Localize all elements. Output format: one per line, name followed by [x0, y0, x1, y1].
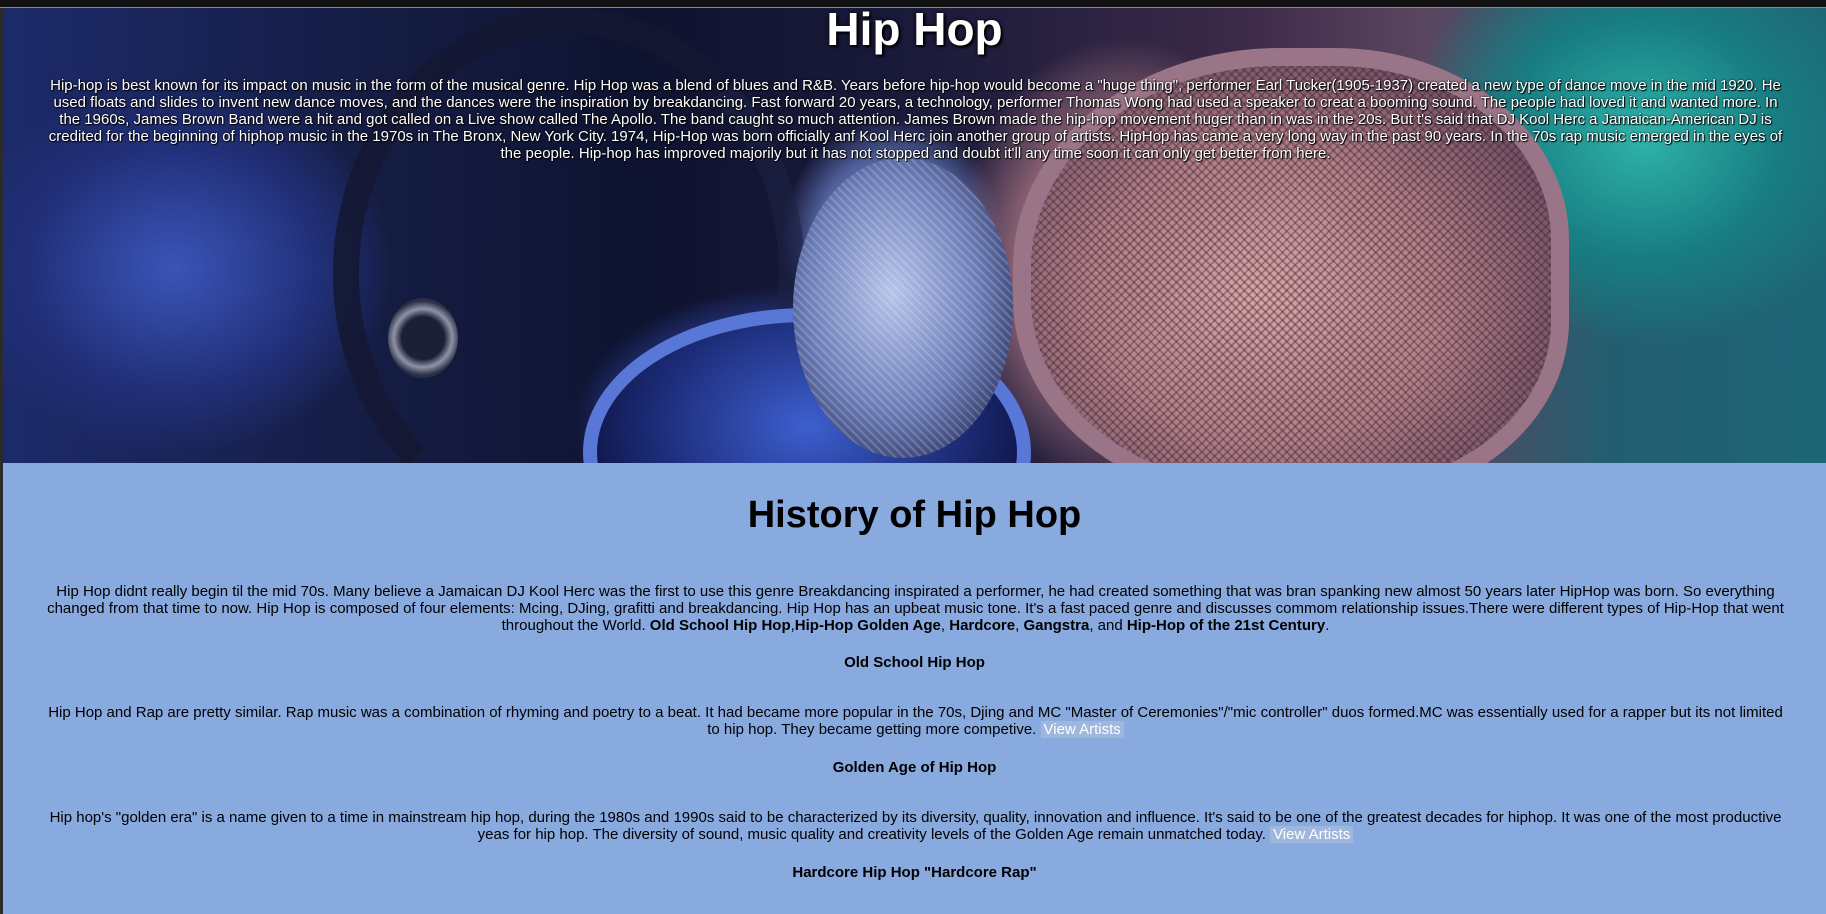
old-school-text: Hip Hop and Rap are pretty similar. Rap …	[48, 704, 1783, 738]
golden-age-paragraph: Hip hop's "golden era" is a name given t…	[45, 809, 1786, 843]
golden-age-view-artists-link[interactable]: View Artists	[1270, 826, 1354, 843]
era-gangstra: Gangstra	[1023, 617, 1090, 634]
era-hardcore: Hardcore	[949, 617, 1016, 634]
separator-and: , and	[1089, 617, 1127, 634]
old-school-heading: Old School Hip Hop	[844, 654, 985, 671]
history-section: History of Hip Hop Hip Hop didnt really …	[3, 463, 1826, 914]
top-browser-strip	[0, 0, 1826, 8]
old-school-view-artists-link[interactable]: View Artists	[1040, 721, 1124, 738]
history-heading: History of Hip Hop	[747, 494, 1082, 536]
hero-banner: Hip Hop Hip-hop is best known for its im…	[3, 8, 1826, 463]
history-intro-paragraph: Hip Hop didnt really begin til the mid 7…	[45, 583, 1786, 634]
golden-age-heading: Golden Age of Hip Hop	[832, 759, 997, 776]
era-old-school: Old School Hip Hop	[649, 617, 791, 634]
separator-period: .	[1325, 617, 1330, 634]
hero-description: Hip-hop is best known for its impact on …	[48, 77, 1783, 162]
golden-age-text: Hip hop's "golden era" is a name given t…	[49, 809, 1782, 843]
microphone-grille-image	[793, 158, 1013, 458]
separator-comma: ,	[940, 617, 950, 634]
era-21st-century: Hip-Hop of the 21st Century	[1126, 617, 1326, 634]
old-school-paragraph: Hip Hop and Rap are pretty similar. Rap …	[45, 704, 1786, 738]
headphone-knob-image	[388, 298, 458, 378]
era-golden-age: Hip-Hop Golden Age	[794, 617, 941, 634]
hero-title: Hip Hop	[826, 8, 1003, 55]
hardcore-heading: Hardcore Hip Hop "Hardcore Rap"	[792, 864, 1037, 881]
